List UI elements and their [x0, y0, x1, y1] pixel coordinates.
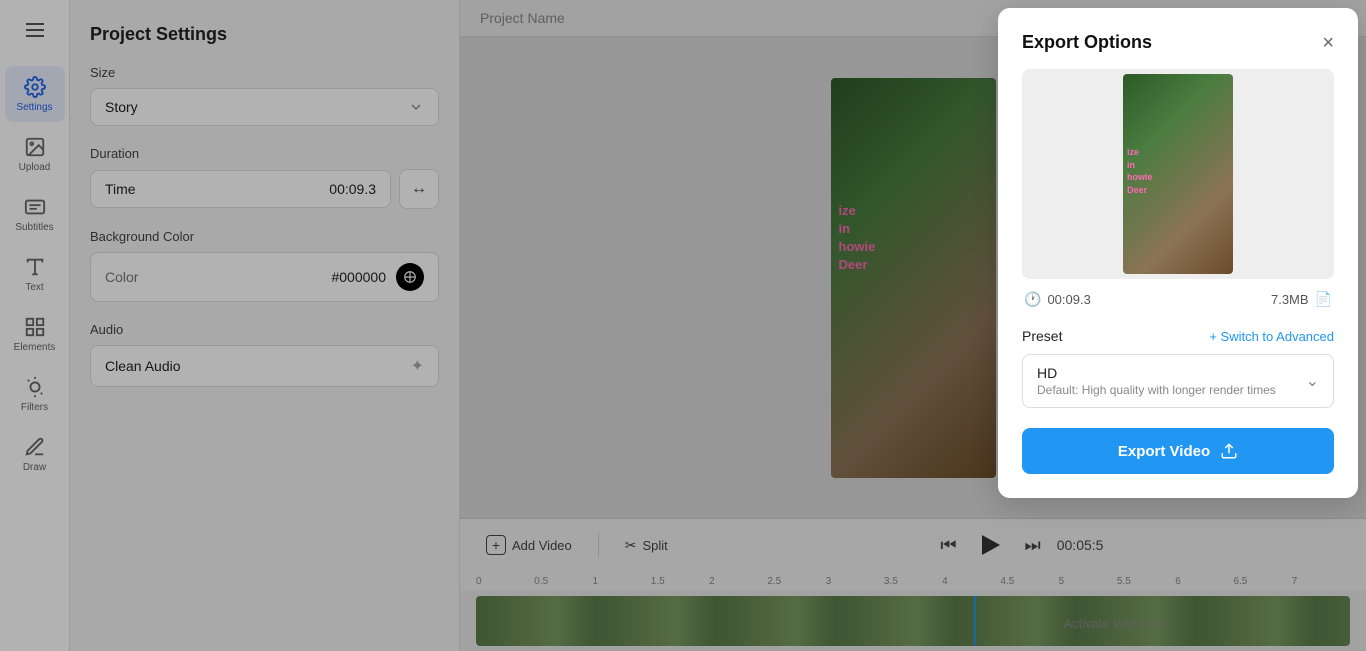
- modal-preview-image: izeinhowieDeer: [1123, 74, 1233, 274]
- preset-description: Default: High quality with longer render…: [1037, 383, 1276, 397]
- modal-preview-overlay-text: izeinhowieDeer: [1123, 144, 1157, 198]
- modal-duration-value: 00:09.3: [1047, 292, 1090, 307]
- preset-label: Preset: [1022, 328, 1062, 344]
- export-modal: Export Options × izeinhowieDeer 🕐 00:09.…: [998, 8, 1358, 498]
- modal-duration: 🕐 00:09.3: [1024, 291, 1091, 308]
- modal-header: Export Options ×: [1022, 32, 1334, 53]
- preset-chevron-icon: ⌄: [1306, 371, 1319, 391]
- preset-name: HD: [1037, 365, 1276, 381]
- preset-select-left: HD Default: High quality with longer ren…: [1037, 365, 1276, 397]
- modal-title: Export Options: [1022, 32, 1152, 53]
- modal-overlay: Export Options × izeinhowieDeer 🕐 00:09.…: [0, 0, 1366, 651]
- modal-close-button[interactable]: ×: [1322, 33, 1334, 53]
- clock-icon: 🕐: [1024, 291, 1041, 308]
- modal-filesize: 7.3MB 📄: [1271, 291, 1332, 308]
- preset-select[interactable]: HD Default: High quality with longer ren…: [1022, 354, 1334, 408]
- modal-filesize-value: 7.3MB: [1271, 292, 1309, 307]
- upload-icon: [1220, 442, 1238, 460]
- preset-row: Preset + Switch to Advanced: [1022, 328, 1334, 344]
- modal-meta: 🕐 00:09.3 7.3MB 📄: [1022, 291, 1334, 308]
- export-video-label: Export Video: [1118, 443, 1210, 460]
- modal-preview: izeinhowieDeer: [1022, 69, 1334, 279]
- switch-to-advanced-button[interactable]: + Switch to Advanced: [1209, 329, 1334, 344]
- export-video-button[interactable]: Export Video: [1022, 428, 1334, 474]
- file-icon: 📄: [1315, 291, 1332, 308]
